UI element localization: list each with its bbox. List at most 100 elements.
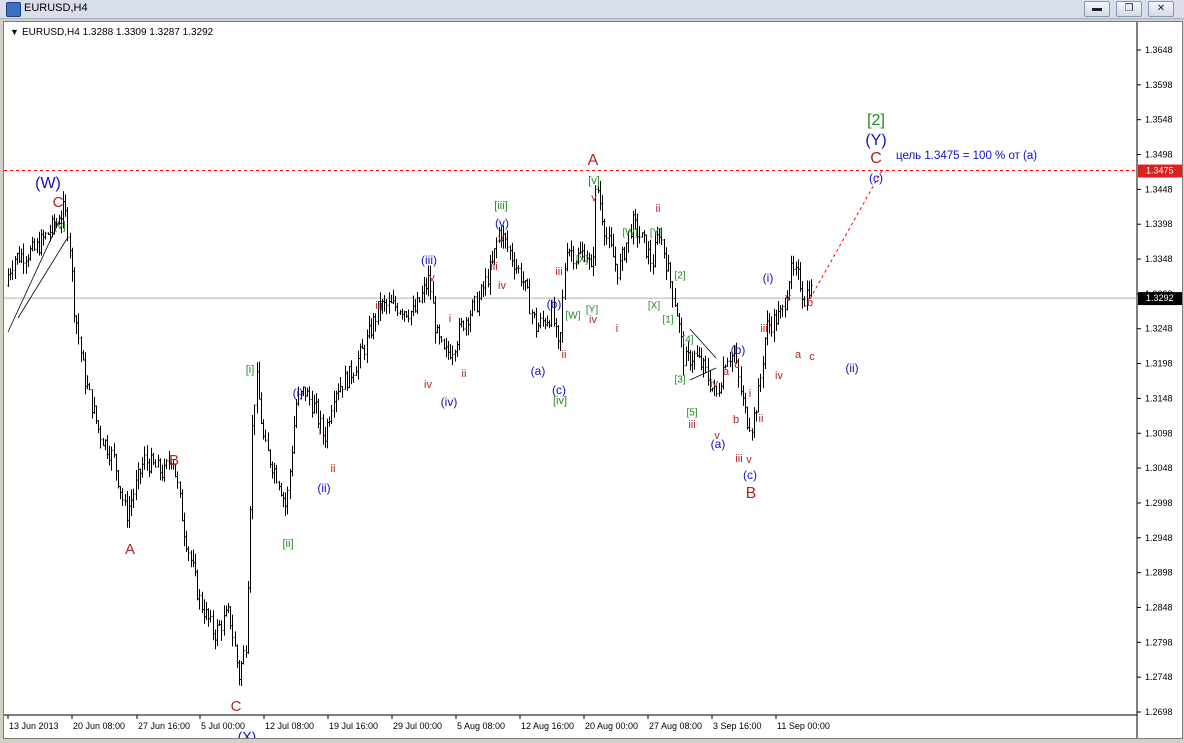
ohlc-bar — [601, 195, 604, 226]
ohlc-bar — [16, 252, 19, 265]
y-tick-label: 1.3498 — [1145, 150, 1173, 160]
ohlc-bar — [264, 429, 267, 442]
ohlc-bar — [330, 404, 333, 425]
ohlc-bar — [236, 644, 239, 669]
wave-label: [4] — [682, 335, 693, 346]
ohlc-bar — [119, 485, 122, 500]
close-button[interactable]: ✕ — [1148, 1, 1174, 17]
info-arrow-icon[interactable]: ▼ — [10, 27, 19, 37]
wave-label: ii — [562, 349, 567, 361]
ohlc-bar — [476, 291, 479, 313]
ohlc-bar — [436, 324, 439, 334]
y-tick-label: 1.2998 — [1145, 498, 1173, 508]
ohlc-bar — [746, 406, 749, 430]
x-tick-label: 3 Sep 16:00 — [713, 721, 762, 731]
ohlc-bar — [557, 325, 560, 350]
ohlc-bar — [471, 299, 474, 317]
y-tick-label: 1.3048 — [1145, 463, 1173, 473]
ohlc-bar — [9, 268, 12, 281]
ohlc-bar — [513, 252, 516, 280]
ohlc-bar — [399, 309, 402, 315]
ohlc-bar — [352, 372, 355, 383]
window-titlebar[interactable]: EURUSD,H4 ▬ ❐ ✕ — [0, 0, 1184, 19]
ohlc-bar — [616, 263, 619, 285]
ohlc-bar — [161, 464, 164, 481]
ohlc-bar — [132, 488, 135, 509]
y-tick-label: 1.3098 — [1145, 428, 1173, 438]
wave-label: i — [319, 426, 321, 438]
wave-label: [W] — [623, 228, 638, 239]
wave-label: i — [749, 388, 751, 400]
ohlc-bar — [385, 299, 388, 315]
wave-label: (W) — [35, 175, 61, 192]
wave-label: (b) — [731, 343, 746, 357]
ohlc-bar — [95, 405, 98, 424]
restore-button[interactable]: ❐ — [1116, 1, 1142, 17]
ohlc-bar — [313, 394, 316, 414]
ohlc-bar — [154, 459, 157, 468]
wave-label: (c) — [743, 468, 757, 482]
ohlc-bar — [764, 337, 767, 370]
ohlc-bar — [647, 241, 650, 265]
ohlc-bar — [533, 311, 536, 319]
ohlc-bar — [757, 378, 760, 413]
wave-label: v — [785, 292, 791, 304]
ohlc-bar — [86, 375, 89, 390]
ohlc-bar — [115, 453, 118, 481]
ohlc-bar — [38, 231, 41, 256]
x-tick-label: 27 Aug 08:00 — [649, 721, 702, 731]
ohlc-bar — [179, 481, 182, 499]
ohlc-bar — [33, 238, 36, 251]
ohlc-bar — [77, 313, 80, 345]
ohlc-bar — [262, 419, 265, 440]
chart-area[interactable]: 1.3648 1.3598 1.3548 1.3498 1.3448 1.3398 1.33… — [3, 21, 1183, 743]
ohlc-bar — [117, 470, 120, 489]
ohlc-bar — [443, 338, 446, 350]
ohlc-bar — [797, 259, 800, 281]
ohlc-bar — [102, 437, 105, 447]
ohlc-bar — [773, 308, 776, 342]
ohlc-bar — [192, 549, 195, 568]
ohlc-bar — [511, 242, 514, 267]
ohlc-bar — [652, 254, 655, 275]
ohlc-bar — [689, 349, 692, 371]
wave-label: i — [616, 323, 618, 335]
ohlc-bar — [401, 308, 404, 320]
ohlc-bar — [150, 447, 153, 474]
ohlc-bar — [388, 292, 391, 314]
ohlc-bar — [775, 309, 778, 331]
ohlc-bar — [392, 289, 395, 305]
ohlc-bar — [159, 458, 162, 481]
wave-label: iii — [490, 261, 497, 273]
wedge-line-upper — [7, 214, 63, 333]
ohlc-bar — [44, 231, 47, 240]
ohlc-bar — [643, 229, 646, 244]
wave-label: c — [734, 359, 740, 371]
ohlc-bar — [621, 246, 624, 271]
ohlc-bar — [608, 226, 611, 249]
projection-line — [809, 170, 883, 300]
ohlc-bar — [66, 207, 69, 242]
x-tick-label: 27 Jun 16:00 — [138, 721, 190, 731]
wave-label: v — [429, 272, 435, 284]
ohlc-bar — [641, 232, 644, 238]
y-tick-label: 1.2748 — [1145, 672, 1173, 682]
wave-label: iv — [710, 378, 718, 390]
ohlc-bar — [445, 337, 448, 358]
wave-label: [X] — [648, 301, 660, 312]
ohlc-bar — [597, 186, 600, 194]
minimize-button[interactable]: ▬ — [1084, 1, 1110, 17]
ohlc-bar — [456, 341, 459, 357]
ohlc-bar — [293, 416, 296, 454]
wave-label: [X] — [576, 255, 588, 266]
ohlc-bar — [104, 439, 107, 451]
ohlc-bar — [324, 426, 327, 448]
ohlc-bar — [291, 445, 294, 477]
ohlc-bar — [295, 399, 298, 429]
ohlc-bar — [108, 445, 111, 466]
wave-label: iii — [375, 300, 382, 312]
chart-canvas[interactable]: 1.3648 1.3598 1.3548 1.3498 1.3448 1.3398 1.33… — [4, 22, 1182, 743]
ohlc-bar — [64, 194, 67, 217]
ohlc-bar — [308, 386, 311, 406]
ohlc-bar — [223, 605, 226, 636]
